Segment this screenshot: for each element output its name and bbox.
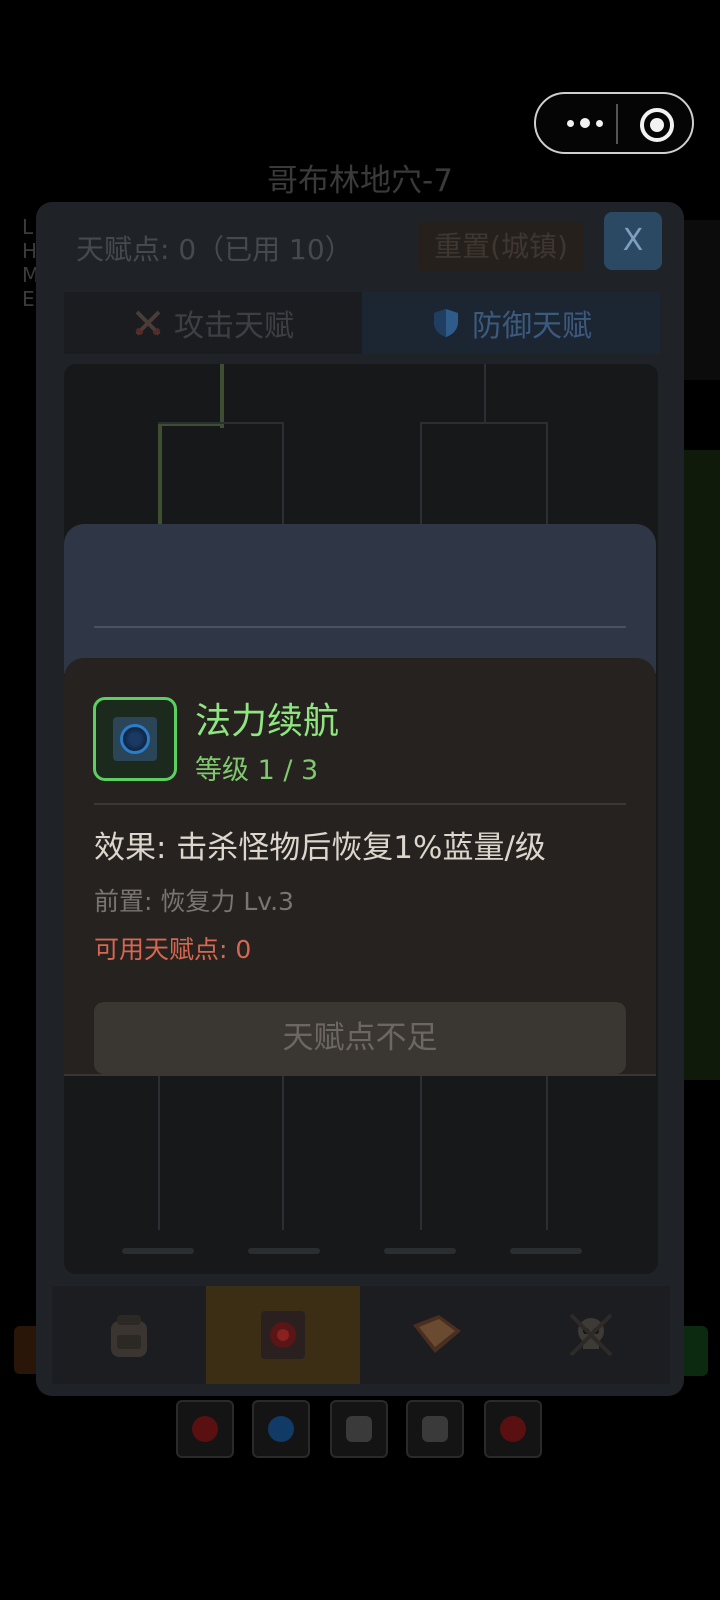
red-potion-icon	[500, 1416, 526, 1442]
talent-points: 天赋点: 0（已用 10）	[76, 233, 353, 266]
talent-name: 法力续航	[195, 701, 340, 742]
divider	[94, 626, 626, 628]
nav-talents[interactable]	[206, 1286, 360, 1384]
tab-defense[interactable]: 防御天赋	[362, 292, 660, 354]
scroll-icon	[346, 1416, 372, 1442]
available-points: 可用天赋点: 0	[94, 935, 252, 964]
target-circle-icon[interactable]	[640, 108, 674, 142]
reset-button[interactable]: 重置(城镇)	[418, 222, 584, 272]
insufficient-points-button[interactable]: 天赋点不足	[94, 1002, 626, 1074]
scroll-icon	[422, 1416, 448, 1442]
quick-slot-3[interactable]	[330, 1400, 388, 1458]
nav-character[interactable]	[514, 1286, 668, 1384]
talent-level: 等级 1 / 3	[195, 755, 319, 786]
nav-spellbook[interactable]	[360, 1286, 514, 1384]
quick-slot-4[interactable]	[406, 1400, 464, 1458]
bottom-nav	[52, 1286, 670, 1384]
mini-program-capsule	[534, 92, 694, 154]
quick-slot-5[interactable]	[484, 1400, 542, 1458]
shield-icon	[434, 309, 458, 337]
talent-prerequisite: 前置: 恢复力 Lv.3	[94, 887, 294, 916]
backpack-icon	[111, 1315, 147, 1357]
spellbook-icon	[413, 1315, 461, 1353]
quick-slot-2[interactable]	[252, 1400, 310, 1458]
red-potion-icon	[192, 1416, 218, 1442]
more-dots-icon[interactable]	[556, 108, 614, 138]
dialog-header-bg	[64, 524, 656, 674]
close-button[interactable]: X	[604, 212, 662, 270]
talent-tome-icon	[261, 1311, 305, 1359]
dungeon-title: 哥布林地穴-7	[267, 163, 453, 199]
tab-defense-label: 防御天赋	[472, 309, 592, 344]
tab-attack[interactable]: 攻击天赋	[64, 292, 362, 354]
quick-slot-1[interactable]	[176, 1400, 234, 1458]
capsule-divider	[616, 104, 618, 144]
skull-emblem-icon	[569, 1313, 613, 1357]
divider	[94, 803, 626, 805]
mana-orb-icon	[113, 717, 157, 761]
talent-icon-frame	[93, 697, 177, 781]
talent-tabs: 攻击天赋 防御天赋	[64, 292, 660, 354]
tab-attack-label: 攻击天赋	[174, 309, 294, 344]
nav-backpack[interactable]	[52, 1286, 206, 1384]
blue-potion-icon	[268, 1416, 294, 1442]
talent-effect: 效果: 击杀怪物后恢复1%蓝量/级	[94, 830, 546, 866]
crossed-swords-icon	[135, 310, 161, 336]
